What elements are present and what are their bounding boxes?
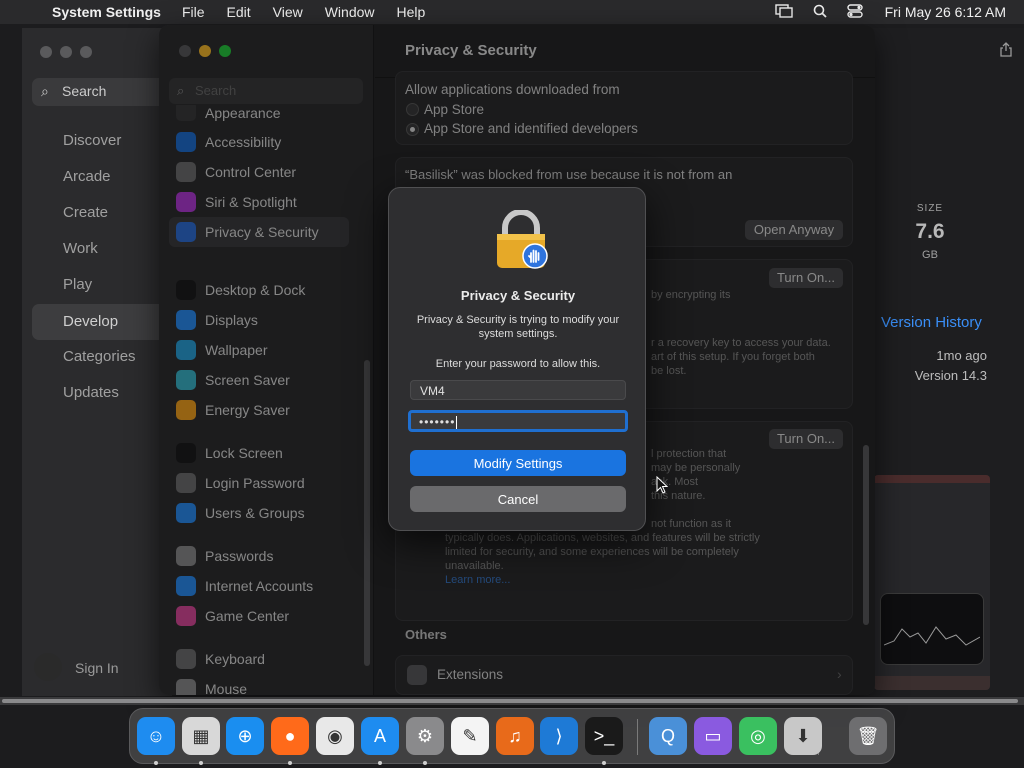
find-my-icon[interactable]: ◎: [739, 717, 777, 755]
nav-play[interactable]: Play: [32, 268, 172, 302]
dock-glyph: ◉: [327, 725, 343, 746]
nav-arcade[interactable]: Arcade: [32, 160, 172, 194]
app-store-search-label: Search: [62, 83, 107, 99]
running-indicator: [154, 761, 158, 765]
zoom-button[interactable]: [80, 46, 92, 58]
running-indicator: [378, 761, 382, 765]
menu-clock[interactable]: Fri May 26 6:12 AM: [885, 4, 1006, 20]
menu-help[interactable]: Help: [397, 4, 426, 20]
dialog-prompt: Enter your password to allow this.: [435, 358, 601, 370]
mouse-cursor-icon: [656, 476, 668, 494]
dock-glyph: ⬇: [795, 725, 811, 746]
vscode-icon[interactable]: ⟩: [540, 717, 578, 755]
size-label: SIZE: [916, 203, 944, 214]
nav-categories[interactable]: Categories: [32, 340, 172, 374]
trash-icon[interactable]: 🗑: [849, 717, 887, 755]
password-field[interactable]: •••••••: [408, 410, 628, 432]
nav-work[interactable]: Work: [32, 232, 172, 266]
finder-icon[interactable]: ☺: [137, 717, 175, 755]
menu-app-name[interactable]: System Settings: [52, 4, 161, 20]
auth-dialog: Privacy & Security Privacy & Security is…: [388, 187, 646, 531]
scrollbar-thumb[interactable]: [2, 699, 1018, 703]
dialog-message: Privacy & Security is trying to modify y…: [416, 314, 620, 340]
dock-divider: [637, 719, 638, 755]
app-store-traffic-lights: [40, 46, 92, 58]
password-value: •••••••: [419, 415, 456, 429]
text-caret: [456, 416, 458, 430]
app-store-search-input[interactable]: ⌕ Search: [32, 78, 172, 106]
dock-glyph: Q: [660, 725, 675, 746]
dock-glyph: ▦: [192, 725, 210, 746]
share-icon[interactable]: [1000, 42, 1012, 60]
dock-glyph: A: [373, 725, 386, 746]
menu-file[interactable]: File: [182, 4, 205, 20]
menu-edit[interactable]: Edit: [227, 4, 251, 20]
dock-glyph: ●: [284, 725, 296, 746]
quicktime-icon[interactable]: Q: [649, 717, 687, 755]
screen-mirroring-icon[interactable]: [774, 3, 793, 21]
version-number: Version 14.3: [914, 368, 987, 383]
modify-settings-button[interactable]: Modify Settings: [410, 450, 626, 476]
garageband-icon[interactable]: ♫: [496, 717, 534, 755]
size-value: 7.6: [915, 220, 945, 243]
chrome-icon[interactable]: ◉: [316, 717, 354, 755]
minimize-button[interactable]: [60, 46, 72, 58]
simulator-icon[interactable]: ▭: [694, 717, 732, 755]
running-indicator: [602, 761, 606, 765]
dock-glyph: ☺: [146, 725, 166, 746]
dock-glyph: ⚙: [416, 725, 434, 746]
size-unit: GB: [922, 249, 938, 261]
dock-glyph: ♫: [508, 725, 522, 746]
avatar[interactable]: [34, 653, 62, 681]
cancel-button[interactable]: Cancel: [410, 486, 626, 512]
safari-icon[interactable]: ⊕: [226, 717, 264, 755]
updated-ago: 1mo ago: [936, 348, 987, 363]
lock-privacy-icon: [497, 210, 548, 269]
menu-window[interactable]: Window: [325, 4, 375, 20]
dock: ☺ ▦ ⊕ ● ◉ A ⚙ ✎ ♫ ⟩ >_ Q ▭ ◎ ⬇ 🗑: [129, 708, 895, 765]
dock-glyph: ⊕: [237, 725, 253, 746]
sign-in-link[interactable]: Sign In: [75, 660, 119, 676]
nav-create[interactable]: Create: [32, 196, 172, 230]
thumbnail-graph: [884, 626, 980, 646]
app-store-sidebar: ⌕ Search Discover Arcade Create Work Pla…: [22, 28, 172, 696]
app-screenshot-thumbnail[interactable]: [874, 475, 990, 690]
username-field[interactable]: VM4: [410, 380, 626, 400]
dock-glyph: ▭: [704, 725, 722, 746]
app-store-icon[interactable]: A: [361, 717, 399, 755]
nav-updates[interactable]: Updates: [32, 376, 172, 410]
nav-discover[interactable]: Discover: [32, 124, 172, 158]
horizontal-scrollbar[interactable]: [0, 697, 1024, 705]
running-indicator: [199, 761, 203, 765]
username-value: VM4: [420, 384, 445, 398]
dock-glyph: >_: [593, 725, 615, 746]
spotlight-search-icon[interactable]: [813, 4, 827, 21]
running-indicator: [423, 761, 427, 765]
system-settings-icon[interactable]: ⚙: [406, 717, 444, 755]
search-icon: ⌕: [41, 83, 49, 99]
dialog-title: Privacy & Security: [460, 288, 576, 303]
version-history-link[interactable]: Version History: [881, 314, 982, 331]
control-center-icon[interactable]: [846, 3, 863, 21]
firefox-icon[interactable]: ●: [271, 717, 309, 755]
terminal-icon[interactable]: >_: [585, 717, 623, 755]
launchpad-icon[interactable]: ▦: [182, 717, 220, 755]
dock-glyph: ⟩: [555, 725, 563, 746]
running-indicator: [288, 761, 292, 765]
downloads-icon[interactable]: ⬇: [784, 717, 822, 755]
dock-glyph: 🗑: [856, 725, 880, 746]
menu-view[interactable]: View: [273, 4, 303, 20]
thumbnail-menubar: [874, 475, 990, 483]
thumbnail-dock: [874, 676, 990, 690]
dock-glyph: ✎: [462, 725, 478, 746]
dock-glyph: ◎: [750, 725, 766, 746]
menu-bar: System Settings File Edit View Window He…: [0, 0, 1024, 24]
textedit-icon[interactable]: ✎: [451, 717, 489, 755]
close-button[interactable]: [40, 46, 52, 58]
nav-develop[interactable]: Develop: [32, 304, 172, 340]
